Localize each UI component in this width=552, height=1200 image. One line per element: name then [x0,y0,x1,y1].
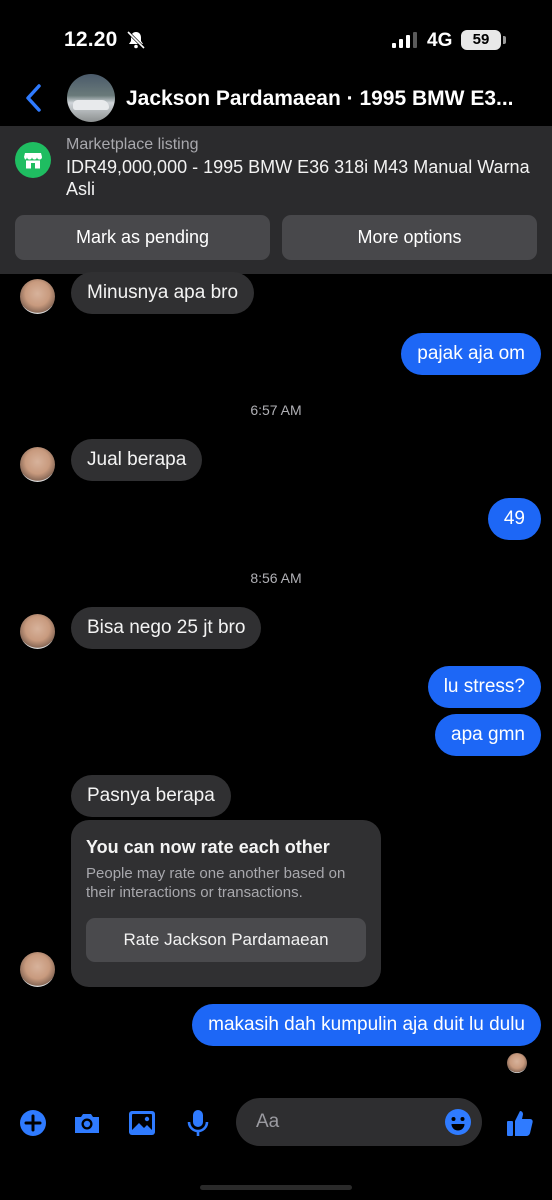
message-composer: Aa [0,1092,552,1152]
read-receipt-avatar [507,1053,527,1073]
message-incoming[interactable]: Pasnya berapa [71,775,231,817]
sender-avatar[interactable] [20,952,55,987]
rating-prompt-description: People may rate one another based on the… [86,865,346,901]
listing-title[interactable]: IDR49,000,000 - 1995 BMW E36 318i M43 Ma… [66,156,536,200]
listing-avatar[interactable] [67,74,115,122]
message-input-placeholder: Aa [256,1111,280,1132]
message-outgoing[interactable]: 49 [487,498,541,540]
message-incoming[interactable]: Bisa nego 25 jt bro [71,607,262,649]
microphone-icon[interactable] [183,1108,213,1138]
back-chevron-icon[interactable] [20,82,48,114]
marketplace-store-icon [15,142,51,178]
message-incoming[interactable]: Minusnya apa bro [71,272,255,314]
plus-icon[interactable] [18,1108,48,1138]
more-options-button[interactable]: More options [282,215,537,260]
rating-prompt-title: You can now rate each other [86,837,330,857]
home-indicator [200,1185,352,1190]
rating-prompt-card: You can now rate each other People may r… [71,820,381,987]
status-bar: 12.20 4G 59 [0,0,552,80]
battery-indicator: 59 [461,30,506,50]
network-type: 4G [427,30,453,51]
gallery-icon[interactable] [127,1108,157,1138]
signal-icon [392,32,417,48]
message-outgoing[interactable]: makasih dah kumpulin aja duit lu dulu [192,1004,541,1046]
rate-user-button[interactable]: Rate Jackson Pardamaean [86,918,366,962]
conversation-title[interactable]: Jackson Pardamaean · 1995 BMW E3... [126,87,536,111]
marketplace-caption: Marketplace listing [66,136,199,153]
sender-avatar[interactable] [20,447,55,482]
camera-icon[interactable] [72,1108,102,1138]
message-outgoing[interactable]: pajak aja om [401,333,541,375]
timestamp: 8:56 AM [250,570,302,586]
message-input[interactable]: Aa [236,1098,482,1146]
message-incoming[interactable]: Jual berapa [71,439,203,481]
message-outgoing[interactable]: apa gmn [435,714,541,756]
emoji-icon[interactable] [444,1108,472,1136]
car-thumbnail-icon [73,100,109,110]
message-outgoing[interactable]: lu stress? [427,666,541,708]
status-time: 12.20 [64,28,118,51]
bell-muted-icon [126,30,146,50]
thumbs-up-icon[interactable] [505,1108,535,1138]
mark-as-pending-button[interactable]: Mark as pending [15,215,270,260]
chat-header: Jackson Pardamaean · 1995 BMW E3... [0,70,552,126]
timestamp: 6:57 AM [250,402,302,418]
marketplace-listing-panel: Marketplace listing IDR49,000,000 - 1995… [0,126,552,274]
sender-avatar[interactable] [20,279,55,314]
sender-avatar[interactable] [20,614,55,649]
